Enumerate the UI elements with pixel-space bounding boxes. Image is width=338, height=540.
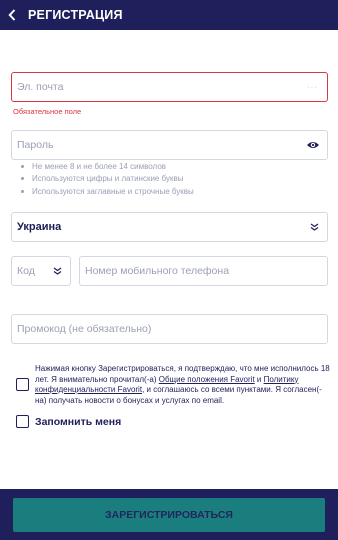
promo-code-field[interactable]: Промокод (не обязательно) [11,314,328,344]
chevron-left-icon [8,9,16,21]
chevron-down-icon [301,223,327,231]
hint-text: Не менее 8 и не более 14 символов [32,161,167,171]
phone-code-select[interactable]: Код [11,256,71,286]
country-value: Украина [17,221,62,233]
autofill-icon: ··· [307,82,318,92]
email-field[interactable]: Эл. почта ··· [11,72,328,102]
phone-number-placeholder: Номер мобильного телефона [85,265,230,277]
password-hint: Не менее 8 и не более 14 символов [21,160,194,173]
register-button[interactable]: ЗАРЕГИСТРИРОВАТЬСЯ [13,498,325,532]
terms-text: Нажимая кнопку Зарегистрироваться, я под… [35,364,332,406]
page-title: РЕГИСТРАЦИЯ [28,8,123,22]
terms-agreement: Нажимая кнопку Зарегистрироваться, я под… [16,364,332,406]
show-password-button[interactable] [299,140,327,150]
password-field[interactable]: Пароль [11,130,328,160]
password-placeholder: Пароль [17,139,54,151]
hint-text: Используются заглавные и строчные буквы [32,186,194,196]
eye-icon [307,142,319,148]
country-select[interactable]: Украина [11,212,328,242]
remember-label: Запомнить меня [35,415,122,428]
email-error: Обязательное поле [13,107,82,116]
terms-text-part: и [254,374,264,384]
email-placeholder: Эл. почта [17,81,64,93]
phone-code-placeholder: Код [17,265,35,277]
password-hint: Используются заглавные и строчные буквы [21,185,194,198]
app-header: РЕГИСТРАЦИЯ [0,0,338,30]
password-requirements: Не менее 8 и не более 14 символов Исполь… [21,160,194,198]
bullet-icon [21,189,24,193]
general-provisions-link[interactable]: Общие положения Favorit [159,375,255,384]
password-hint: Используются цифры и латинские буквы [21,173,194,186]
promo-placeholder: Промокод (не обязательно) [17,323,152,335]
bullet-icon [21,164,24,168]
bullet-icon [21,177,24,181]
hint-text: Используются цифры и латинские буквы [32,174,184,184]
phone-number-field[interactable]: Номер мобильного телефона [79,256,328,286]
terms-checkbox[interactable] [16,378,29,391]
back-button[interactable] [0,0,24,30]
remember-me[interactable]: Запомнить меня [16,415,121,428]
remember-checkbox[interactable] [16,415,29,428]
chevron-down-icon [44,267,70,275]
